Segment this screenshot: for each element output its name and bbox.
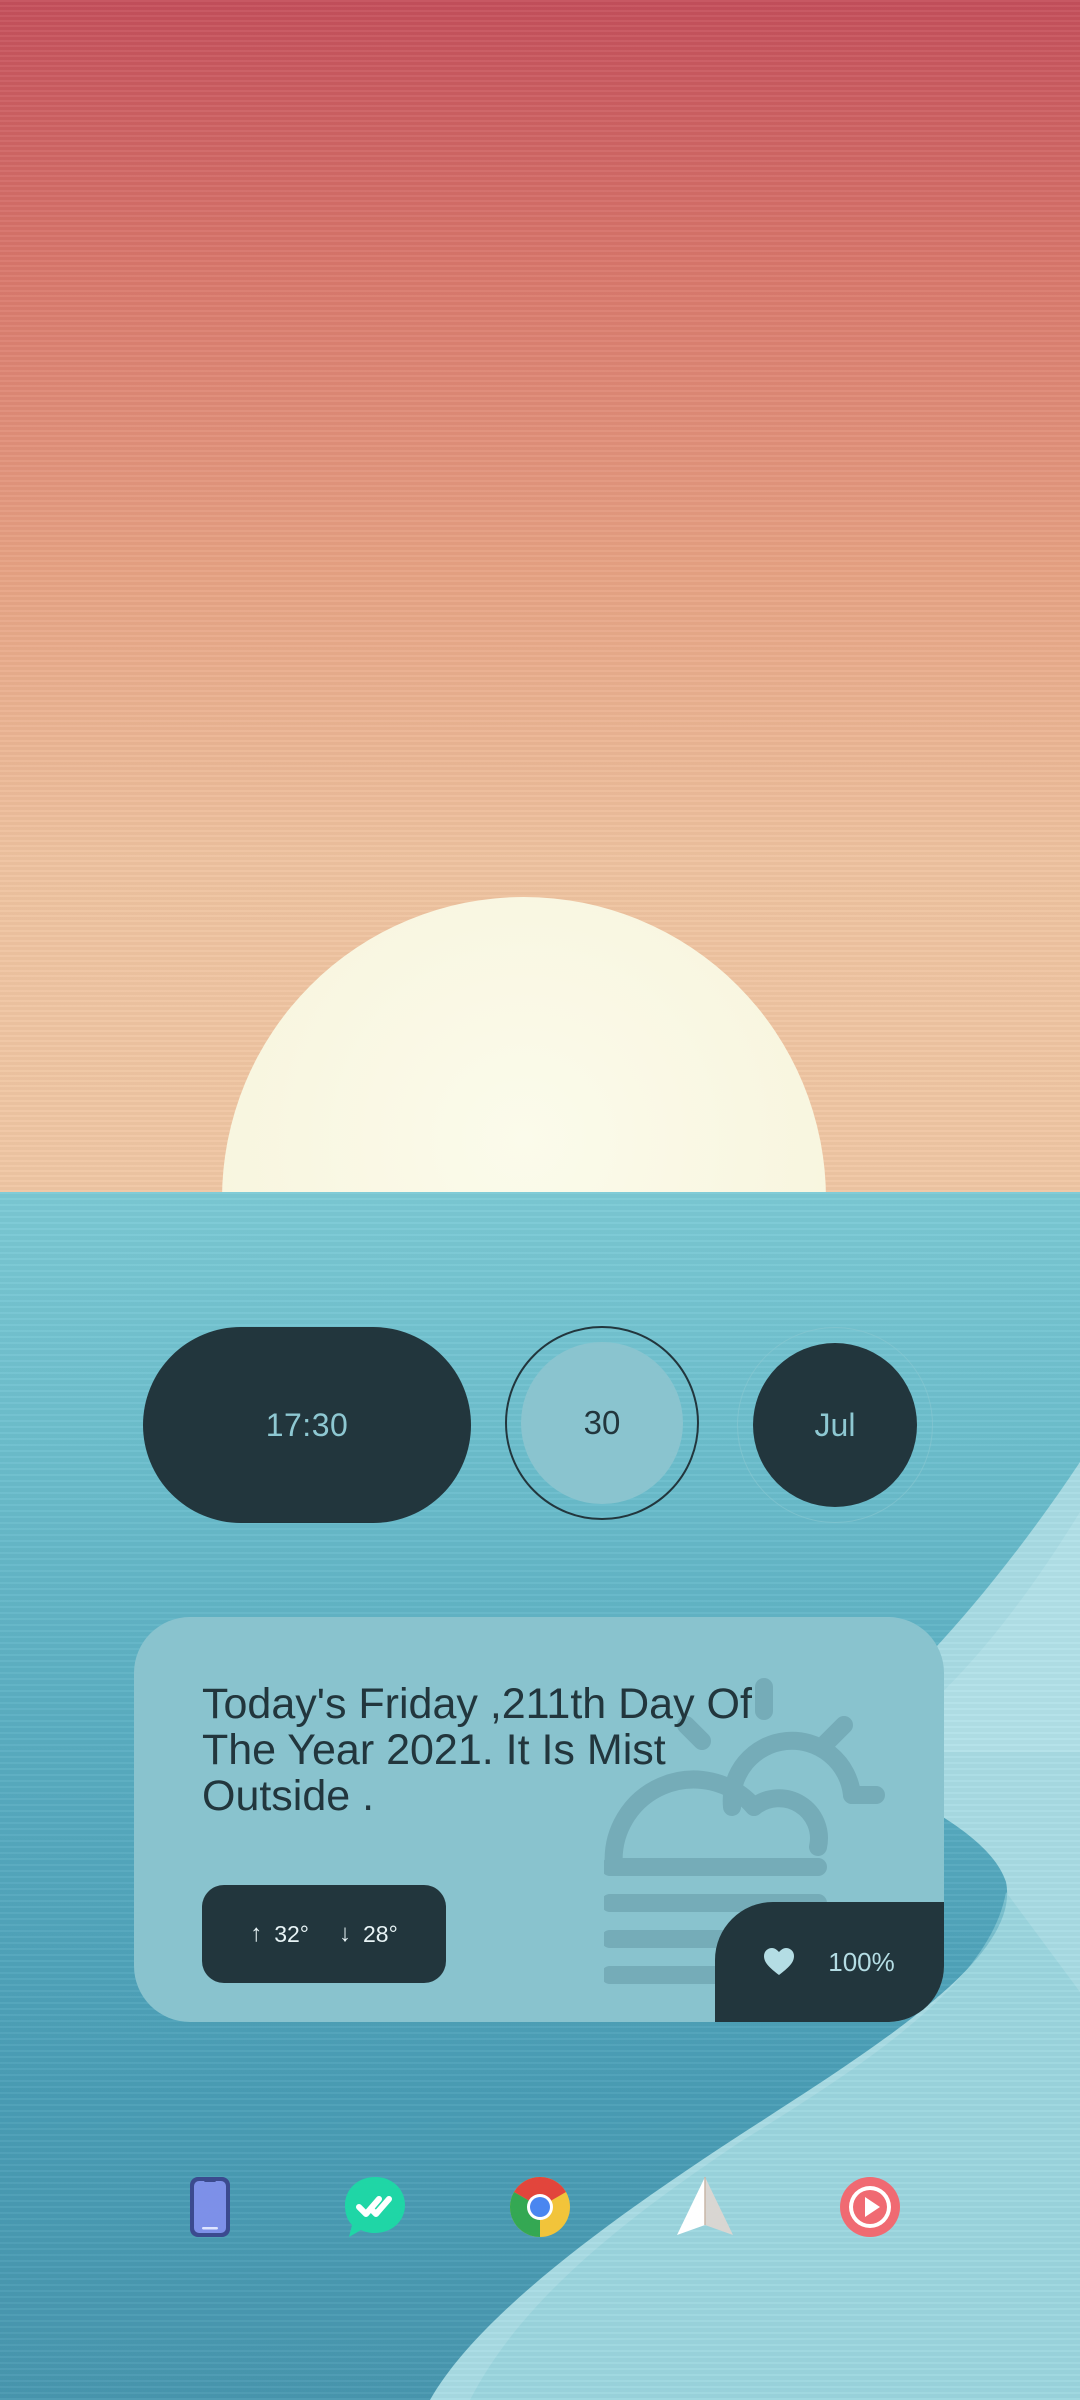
info-card-widget[interactable]: Today's Friday ,211th Day Of The Year 20… [134, 1617, 944, 2022]
music-play-icon[interactable] [838, 2175, 902, 2239]
temperature-pill[interactable]: ↑ 32° ↓ 28° [202, 1885, 446, 1983]
low-temperature: 28° [363, 1920, 398, 1947]
arrow-up-icon: ↑ [250, 1920, 263, 1947]
month-widget[interactable]: Jul [737, 1327, 933, 1523]
date-day: 30 [583, 1404, 621, 1441]
info-message: Today's Friday ,211th Day Of The Year 20… [202, 1680, 752, 1820]
heart-icon [764, 1948, 795, 1975]
messaging-icon[interactable] [343, 2175, 407, 2239]
date-day-circle: 30 [521, 1342, 683, 1504]
chrome-icon[interactable] [508, 2175, 572, 2239]
high-temperature: 32° [274, 1920, 309, 1947]
battery-widget[interactable]: 100% [715, 1902, 944, 2022]
month-circle: Jul [753, 1343, 917, 1507]
phone-icon[interactable] [178, 2175, 242, 2239]
clock-widget[interactable]: 17:30 [143, 1327, 471, 1523]
paper-plane-icon[interactable] [673, 2175, 737, 2239]
arrow-down-icon: ↓ [339, 1920, 351, 1947]
date-widget[interactable]: 30 [505, 1326, 699, 1520]
month-label: Jul [814, 1406, 856, 1443]
clock-time: 17:30 [265, 1406, 349, 1443]
battery-level: 100% [828, 1946, 895, 1977]
